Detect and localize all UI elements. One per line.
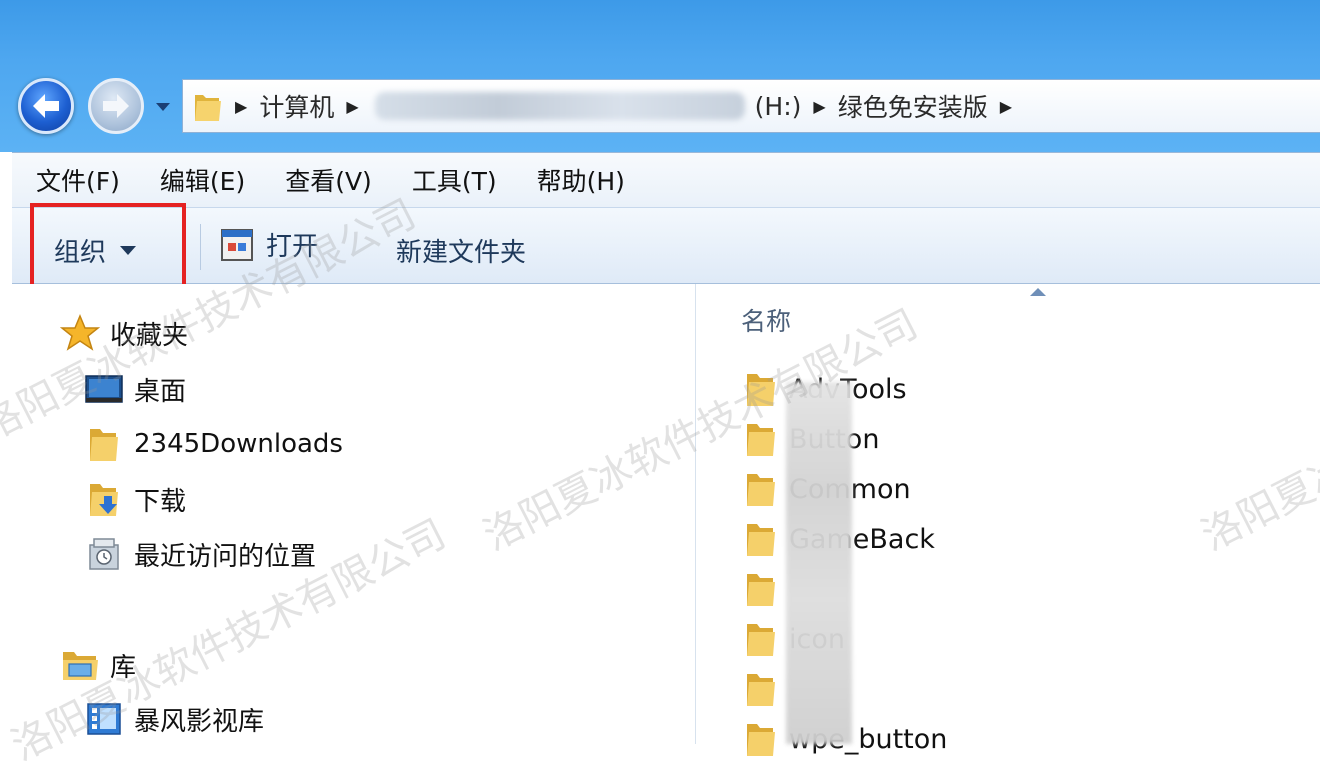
open-window-icon bbox=[220, 227, 254, 263]
video-library-icon bbox=[84, 700, 124, 738]
open-label: 打开 bbox=[266, 232, 319, 262]
nav-item-label: 下载 bbox=[134, 486, 187, 517]
nav-item-label: 桌面 bbox=[134, 376, 187, 407]
folder-icon bbox=[743, 420, 777, 458]
column-header-name[interactable]: 名称 bbox=[741, 302, 791, 338]
menu-view[interactable]: 查看(V) bbox=[285, 162, 372, 198]
libraries-label: 库 bbox=[110, 652, 137, 683]
nav-item-2345downloads[interactable]: 2345Downloads bbox=[84, 425, 343, 463]
breadcrumb-chevron-icon[interactable]: ▶ bbox=[813, 97, 825, 116]
nav-item-label: 2345Downloads bbox=[134, 429, 343, 459]
breadcrumb-computer[interactable]: 计算机 bbox=[259, 88, 334, 124]
folder-icon bbox=[743, 470, 777, 508]
back-arrow-icon bbox=[33, 94, 59, 118]
nav-libraries[interactable]: 库 bbox=[60, 646, 136, 684]
menu-file[interactable]: 文件(F) bbox=[36, 162, 120, 198]
breadcrumb-chevron-icon[interactable]: ▶ bbox=[1000, 97, 1012, 116]
back-button[interactable] bbox=[18, 78, 74, 134]
forward-arrow-icon bbox=[103, 94, 129, 118]
breadcrumb-drive-letter[interactable]: (H:) bbox=[755, 92, 802, 121]
folder-icon bbox=[743, 620, 777, 658]
toolbar-divider bbox=[200, 224, 201, 270]
recent-pages-dropdown-icon[interactable] bbox=[154, 100, 172, 114]
annotation-highlight-box bbox=[30, 203, 186, 289]
menu-bar: 文件(F) 编辑(E) 查看(V) 工具(T) 帮助(H) bbox=[12, 152, 1320, 207]
breadcrumb-drive-redacted[interactable] bbox=[374, 92, 745, 120]
star-icon bbox=[59, 314, 101, 352]
breadcrumb-chevron-icon[interactable]: ▶ bbox=[346, 97, 358, 116]
folder-icon bbox=[743, 370, 777, 408]
folder-icon bbox=[743, 670, 777, 708]
nav-item-baofeng-library[interactable]: 暴风影视库 bbox=[84, 700, 264, 738]
redaction-blur bbox=[786, 382, 852, 744]
folder-icon bbox=[743, 520, 777, 558]
menu-help[interactable]: 帮助(H) bbox=[537, 162, 625, 198]
new-folder-button[interactable]: 新建文件夹 bbox=[396, 232, 526, 269]
nav-item-recent-places[interactable]: 最近访问的位置 bbox=[84, 535, 316, 573]
file-row[interactable] bbox=[743, 670, 789, 708]
folder-icon bbox=[84, 425, 124, 463]
nav-item-downloads[interactable]: 下载 bbox=[84, 480, 186, 518]
open-button[interactable]: 打开 bbox=[220, 226, 318, 263]
nav-favorites[interactable]: 收藏夹 bbox=[59, 314, 189, 352]
folder-icon bbox=[743, 570, 777, 608]
sort-ascending-icon bbox=[1030, 288, 1046, 296]
address-bar[interactable]: ▶ 计算机 ▶ (H:) ▶ 绿色免安装版 ▶ bbox=[182, 79, 1320, 133]
menu-tools[interactable]: 工具(T) bbox=[412, 162, 497, 198]
desktop-icon bbox=[84, 370, 124, 408]
nav-item-label: 最近访问的位置 bbox=[134, 541, 317, 572]
file-row[interactable] bbox=[743, 570, 789, 608]
recent-places-icon bbox=[84, 535, 124, 573]
libraries-icon bbox=[60, 646, 100, 684]
breadcrumb-chevron-icon[interactable]: ▶ bbox=[235, 97, 247, 116]
nav-item-label: 暴风影视库 bbox=[134, 706, 265, 737]
nav-item-desktop[interactable]: 桌面 bbox=[84, 370, 186, 408]
downloads-folder-icon bbox=[84, 480, 124, 518]
breadcrumb-folder[interactable]: 绿色免安装版 bbox=[838, 88, 988, 124]
navigation-pane: 收藏夹 桌面 2345Downloads 下载 最近访问的位置 库 暴风影视库 bbox=[12, 284, 696, 744]
folder-icon bbox=[193, 89, 223, 123]
favorites-label: 收藏夹 bbox=[110, 320, 189, 351]
folder-icon bbox=[743, 720, 777, 758]
menu-edit[interactable]: 编辑(E) bbox=[160, 162, 245, 198]
command-toolbar: 组织 打开 新建文件夹 bbox=[12, 207, 1320, 284]
forward-button[interactable] bbox=[88, 78, 144, 134]
